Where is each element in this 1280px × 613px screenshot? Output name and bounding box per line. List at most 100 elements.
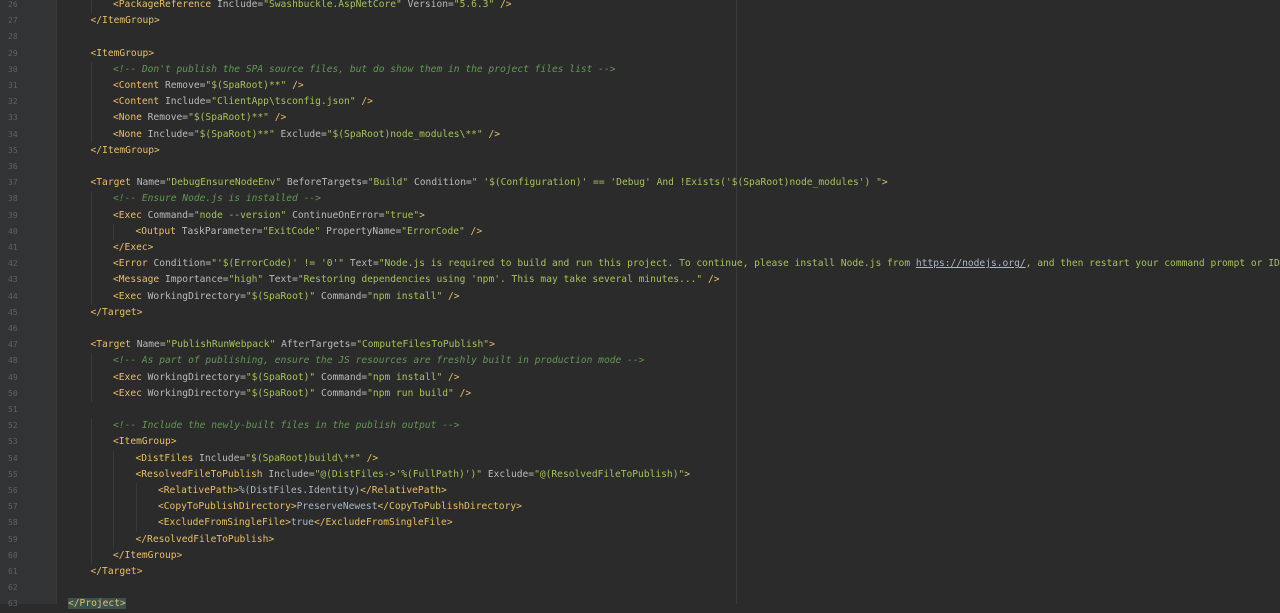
code-token: />: [494, 0, 512, 10]
code-token: PreserveNewest: [296, 501, 378, 513]
code-token: <ExcludeFromSingleFile>: [158, 517, 291, 529]
code-token: "high": [228, 274, 264, 286]
code-text: </ItemGroup>: [91, 13, 160, 29]
code-line[interactable]: 54 <DistFiles Include="$(SpaRoot)build\**…: [0, 450, 1280, 467]
code-token: "Build": [367, 177, 409, 189]
code-line[interactable]: 52 <!-- Include the newly-built files in …: [0, 418, 1280, 435]
indent-guide: [90, 191, 92, 208]
code-token: WorkingDirectory=: [147, 387, 246, 399]
code-line[interactable]: 55 <ResolvedFileToPublish Include="@(Dist…: [0, 466, 1280, 483]
code-text: <!-- As part of publishing, ensure the J…: [113, 353, 644, 369]
code-token: "npm run build": [367, 387, 454, 399]
code-token: <Target: [90, 177, 137, 189]
indent-guide: [90, 207, 92, 224]
code-line[interactable]: 31 <Content Remove="$(SpaRoot)**" />: [0, 78, 1280, 95]
line-number: 44: [8, 291, 18, 301]
code-line[interactable]: 62: [0, 580, 1280, 596]
code-line[interactable]: 49 <Exec WorkingDirectory="$(SpaRoot)" Co…: [0, 369, 1280, 386]
code-token: <Exec: [113, 290, 148, 302]
line-number: 41: [8, 243, 18, 252]
code-line[interactable]: 57 <CopyToPublishDirectory>PreserveNewest…: [0, 499, 1280, 516]
code-line[interactable]: 44 <Exec WorkingDirectory="$(SpaRoot)" Co…: [0, 288, 1280, 305]
code-token: />: [355, 96, 373, 108]
code-text: <ExcludeFromSingleFile>true</ExcludeFrom…: [158, 515, 453, 531]
code-line[interactable]: 46: [0, 321, 1280, 337]
url-link[interactable]: https://nodejs.org/: [916, 258, 1026, 269]
code-line[interactable]: 63 </Project>: [0, 596, 1280, 612]
code-token: />: [286, 80, 304, 91]
code-text: <ResolvedFileToPublish Include="@(DistFi…: [136, 467, 691, 483]
code-text: <!-- Include the newly-built files in th…: [113, 418, 460, 434]
code-line[interactable]: 37 <Target Name="DebugEnsureNodeEnv" Befo…: [0, 175, 1280, 191]
code-token: <DistFiles: [135, 452, 200, 464]
code-token: "$(SpaRoot)**": [188, 112, 269, 124]
code-token: TaskParameter=: [181, 225, 263, 237]
code-token: </Exec>: [113, 242, 154, 253]
indent-guide: [90, 531, 92, 548]
code-line[interactable]: 36: [0, 159, 1280, 175]
code-token: Include=: [216, 0, 264, 10]
line-number: 61: [8, 567, 18, 576]
code-line[interactable]: 47 <Target Name="PublishRunWebpack" After…: [0, 337, 1280, 353]
code-text: <Exec WorkingDirectory="$(SpaRoot)" Comm…: [113, 386, 471, 402]
code-line[interactable]: 34 <None Include="$(SpaRoot)**" Exclude="…: [0, 126, 1280, 143]
code-line[interactable]: 60 </ItemGroup>: [0, 547, 1280, 564]
line-number: 46: [8, 324, 18, 333]
code-token: "Node.js is required to build and run th…: [378, 258, 916, 270]
code-line[interactable]: 51: [0, 402, 1280, 418]
code-line[interactable]: 53 <ItemGroup>: [0, 434, 1280, 451]
code-token: <None: [113, 112, 148, 124]
code-line[interactable]: 56 <RelativePath>%(DistFiles.Identity)</R…: [0, 483, 1280, 500]
code-line[interactable]: 48 <!-- As part of publishing, ensure the…: [0, 353, 1280, 370]
code-token: Condition=: [153, 258, 212, 270]
code-token: "ComputeFilesToPublish": [356, 339, 490, 351]
line-number: 38: [8, 194, 18, 204]
code-text: <Exec WorkingDirectory="$(SpaRoot)" Comm…: [113, 370, 460, 386]
code-line[interactable]: 41 </Exec>: [0, 240, 1280, 257]
line-number: 63: [8, 599, 18, 609]
code-token: Include=: [164, 96, 212, 108]
code-line[interactable]: 39 <Exec Command="node --version" Continu…: [0, 207, 1280, 224]
code-token: <Exec: [113, 371, 148, 383]
code-token: <ResolvedFileToPublish: [135, 468, 269, 480]
code-text: <DistFiles Include="$(SpaRoot)build\**" …: [136, 451, 379, 467]
indent-guide: [113, 450, 114, 467]
line-number: 34: [8, 129, 18, 139]
indent-guide: [113, 466, 114, 483]
code-text: <CopyToPublishDirectory>PreserveNewest</…: [158, 499, 522, 515]
code-line[interactable]: 40 <Output TaskParameter="ExitCode" Prope…: [0, 223, 1280, 240]
code-line[interactable]: 27 </ItemGroup>: [0, 13, 1280, 29]
code-line[interactable]: 50 <Exec WorkingDirectory="$(SpaRoot)" Co…: [0, 385, 1280, 402]
code-line[interactable]: 43 <Message Importance="high" Text="Resto…: [0, 272, 1280, 289]
code-line[interactable]: 61 </Target>: [0, 564, 1280, 580]
indent-guide: [90, 110, 92, 127]
code-line[interactable]: 42 <Error Condition="'$(ErrorCode)' != '0…: [0, 256, 1280, 273]
code-line[interactable]: 45 </Target>: [0, 305, 1280, 321]
code-line[interactable]: 32 <Content Include="ClientApp\tsconfig.j…: [0, 94, 1280, 111]
code-token: "Swashbuckle.AspNetCore": [263, 0, 402, 10]
code-line[interactable]: 35 </ItemGroup>: [0, 143, 1280, 159]
code-line[interactable]: 28: [0, 29, 1280, 45]
indent-guide: [90, 353, 92, 370]
code-line[interactable]: 30 <!-- Don't publish the SPA source file…: [0, 61, 1280, 78]
indent-guide: [113, 223, 114, 240]
line-number: 32: [8, 97, 18, 107]
code-line[interactable]: 59 </ResolvedFileToPublish>: [0, 531, 1280, 548]
code-text: <None Include="$(SpaRoot)**" Exclude="$(…: [113, 127, 500, 143]
code-token: WorkingDirectory=: [147, 290, 246, 302]
code-line[interactable]: 33 <None Remove="$(SpaRoot)**" />: [0, 110, 1280, 127]
code-token: "true": [384, 209, 420, 221]
code-token: Condition=: [408, 177, 472, 189]
code-token: </ResolvedFileToPublish>: [135, 533, 275, 545]
code-text: <ItemGroup>: [113, 434, 177, 450]
code-token: " '$(Configuration)' == 'Debug' And !Exi…: [471, 177, 882, 189]
code-line[interactable]: 58 <ExcludeFromSingleFile>true</ExcludeFr…: [0, 515, 1280, 532]
code-line[interactable]: 38 <!-- Ensure Node.js is installed -->: [0, 191, 1280, 208]
code-line[interactable]: 26 <PackageReference Include="Swashbuckle…: [0, 0, 1280, 14]
indent-guide: [90, 369, 92, 386]
code-line[interactable]: 29 <ItemGroup>: [0, 46, 1280, 62]
code-token: "ClientApp\tsconfig.json": [211, 96, 356, 108]
code-token: <None: [113, 128, 148, 140]
indent-guide: [90, 483, 92, 500]
code-token: />: [442, 371, 460, 383]
